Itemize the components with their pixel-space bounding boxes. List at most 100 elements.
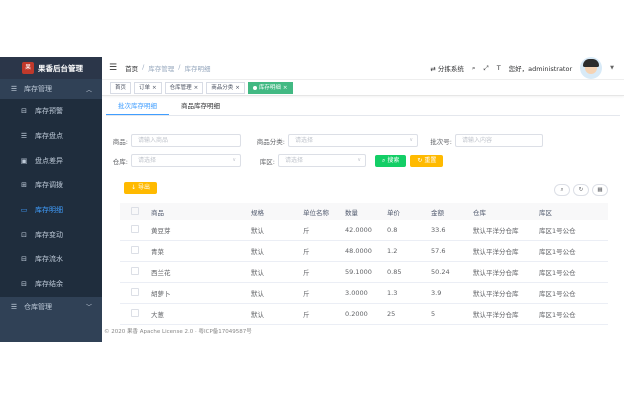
area-placeholder: 请选择 bbox=[285, 157, 304, 164]
table-row[interactable]: 大葱 默认斤 0.2000 25 5 默认平洋分仓库 库区1号公仓 bbox=[120, 303, 608, 325]
cell-area: 库区1号公仓 bbox=[538, 303, 608, 325]
warning-icon: ⊟ bbox=[21, 107, 27, 116]
hamburger-icon[interactable]: ☰ bbox=[109, 63, 117, 73]
close-icon[interactable]: × bbox=[235, 83, 240, 93]
sidebar-item-change[interactable]: ⊡ 库存变动 bbox=[0, 222, 102, 247]
close-icon[interactable]: × bbox=[194, 83, 199, 93]
export-button[interactable]: ↓ 导出 bbox=[124, 182, 158, 194]
balance-icon: ⊟ bbox=[21, 280, 27, 289]
menu-icon: ☰ bbox=[10, 85, 18, 93]
sidebar-item-diff[interactable]: ▣ 盘点差异 bbox=[0, 148, 102, 173]
breadcrumb-inventory[interactable]: 库存管理 bbox=[148, 63, 174, 73]
sidebar-item-label: 库存调拨 bbox=[35, 181, 63, 190]
breadcrumb-home[interactable]: 首页 bbox=[125, 63, 138, 73]
app-root: 果 果香后台管理 ☰ 库存管理 ︿ ⊟ 库存预警 ☰ 库存盘点 ▣ 盘点差异 ⊞ 库存调… bbox=[0, 57, 624, 342]
footer: © 2020 果香 Apache License 2.0 · 粤ICP备1704… bbox=[104, 329, 252, 335]
sidebar-item-warning[interactable]: ⊟ 库存预警 bbox=[0, 99, 102, 124]
cell-unit: 斤 bbox=[302, 282, 344, 304]
cell-goods: 西兰花 bbox=[150, 261, 250, 283]
refresh-icon: ↻ bbox=[417, 156, 423, 164]
chevron-down-icon: ﹀ bbox=[85, 304, 92, 311]
cell-spec: 默认 bbox=[250, 261, 302, 283]
sidebar-item-flow[interactable]: ⊟ 库存流水 bbox=[0, 247, 102, 272]
caret-down-icon[interactable]: ▼ bbox=[610, 65, 614, 71]
tab-goods-detail[interactable]: 商品库存明细 bbox=[169, 97, 232, 115]
submenu-inventory: ⊟ 库存预警 ☰ 库存盘点 ▣ 盘点差异 ⊞ 库存调拨 ▭ 库存明细 ⊡ 库存变动 ⊟ 库存流… bbox=[0, 99, 102, 297]
menu-group-warehouse[interactable]: ☰ 仓库管理 ﹀ bbox=[0, 297, 102, 317]
row-checkbox[interactable] bbox=[120, 303, 150, 325]
reset-button[interactable]: ↻ 重置 bbox=[410, 154, 444, 167]
table-row[interactable]: 黄豆芽 默认斤 42.0000 0.8 33.6 默认平洋分仓库 库区1号公仓 bbox=[120, 220, 608, 241]
tag-category[interactable]: 商品分类 × bbox=[206, 81, 245, 94]
fullscreen-icon[interactable]: ⤢ bbox=[483, 64, 488, 73]
navbar: ☰ 首页 / 库存管理 / 库存明细 ⇄ 分拣系统 ⌕ ⤢ T 您好，admin… bbox=[102, 57, 624, 80]
breadcrumb: 首页 / 库存管理 / 库存明细 bbox=[125, 63, 210, 73]
menu-group-label: 仓库管理 bbox=[24, 302, 52, 311]
menu-group-inventory[interactable]: ☰ 库存管理 ︿ bbox=[0, 79, 102, 99]
stock-table: 商品 规格 单位名称 数量 单价 金额 仓库 库区 黄豆芽 默认斤 42.0000 0… bbox=[120, 203, 608, 325]
cell-area: 库区1号公仓 bbox=[538, 261, 608, 283]
tag-order[interactable]: 订单 × bbox=[134, 81, 162, 94]
warehouse-select[interactable]: 请选择 ∨ bbox=[131, 154, 241, 167]
sidebar-item-balance[interactable]: ⊟ 库存结余 bbox=[0, 272, 102, 297]
chevron-up-icon: ︿ bbox=[85, 86, 92, 94]
search-icon[interactable]: ⌕ bbox=[472, 64, 476, 73]
refresh-icon[interactable]: ↻ bbox=[573, 184, 589, 196]
search-button[interactable]: ⌕ 搜索 bbox=[375, 154, 407, 167]
avatar[interactable] bbox=[580, 57, 603, 79]
select-all-checkbox[interactable] bbox=[120, 203, 150, 220]
row-checkbox[interactable] bbox=[120, 220, 150, 241]
switch-system-label: 分拣系统 bbox=[437, 65, 464, 73]
tags-view: 首页 订单 × 仓库管理 × 商品分类 × 库存明细 × bbox=[102, 80, 624, 96]
table-row[interactable]: 青菜 默认斤 48.0000 1.2 57.6 默认平洋分仓库 库区1号公仓 bbox=[120, 240, 608, 262]
cell-unit: 斤 bbox=[302, 240, 344, 262]
checkbox-icon bbox=[131, 225, 139, 233]
table-row[interactable]: 胡萝卜 默认斤 3.0000 1.3 3.9 默认平洋分仓库 库区1号公仓 bbox=[120, 282, 608, 304]
cell-price: 1.3 bbox=[386, 282, 430, 304]
export-button-label: 导出 bbox=[138, 184, 151, 191]
goods-input[interactable]: 请输入商品 bbox=[131, 134, 241, 147]
sidebar-item-label: 库存流水 bbox=[35, 255, 63, 264]
category-label: 商品分类: bbox=[256, 137, 285, 146]
row-checkbox[interactable] bbox=[120, 282, 150, 304]
tag-warehouse[interactable]: 仓库管理 × bbox=[164, 81, 204, 94]
cell-spec: 默认 bbox=[250, 240, 302, 262]
breadcrumb-separator: / bbox=[178, 63, 181, 71]
table-header-row: 商品 规格 单位名称 数量 单价 金额 仓库 库区 bbox=[120, 203, 608, 220]
tab-batch-detail[interactable]: 批次库存明细 bbox=[106, 97, 169, 115]
cell-qty: 3.0000 bbox=[344, 282, 386, 304]
batch-input[interactable]: 请输入内容 bbox=[455, 134, 543, 147]
table-row[interactable]: 西兰花 默认斤 59.1000 0.85 50.24 默认平洋分仓库 库区1号公仓 bbox=[120, 261, 608, 283]
download-icon: ↓ bbox=[131, 184, 137, 191]
sidebar-item-transfer[interactable]: ⊞ 库存调拨 bbox=[0, 173, 102, 198]
area-select[interactable]: 请选择 ∨ bbox=[278, 154, 366, 167]
logo[interactable]: 果 果香后台管理 bbox=[0, 57, 102, 79]
cell-amount: 57.6 bbox=[430, 240, 472, 262]
tag-detail[interactable]: 库存明细 × bbox=[247, 81, 293, 94]
checkbox-icon bbox=[131, 309, 139, 317]
cell-goods: 胡萝卜 bbox=[150, 282, 250, 304]
batch-label: 批次号: bbox=[430, 137, 452, 146]
sidebar-item-detail[interactable]: ▭ 库存明细 bbox=[0, 198, 102, 223]
sidebar-item-stocktake[interactable]: ☰ 库存盘点 bbox=[0, 124, 102, 149]
row-checkbox[interactable] bbox=[120, 240, 150, 262]
col-qty: 数量 bbox=[344, 203, 386, 220]
cell-warehouse: 默认平洋分仓库 bbox=[472, 282, 538, 304]
sidebar-item-label: 盘点差异 bbox=[35, 156, 63, 165]
close-icon[interactable]: × bbox=[283, 83, 288, 93]
category-select[interactable]: 请选择 ∨ bbox=[288, 134, 418, 147]
cell-qty: 0.2000 bbox=[344, 303, 386, 325]
search-toggle-icon[interactable]: ⌕ bbox=[554, 184, 570, 196]
columns-icon[interactable]: ▦ bbox=[592, 184, 608, 196]
close-icon[interactable]: × bbox=[152, 83, 157, 93]
font-size-icon[interactable]: T bbox=[497, 64, 501, 72]
tag-home[interactable]: 首页 bbox=[110, 81, 132, 94]
tabs: 批次库存明细 商品库存明细 bbox=[106, 97, 620, 116]
switch-system-link[interactable]: ⇄ 分拣系统 bbox=[430, 63, 464, 73]
cell-warehouse: 默认平洋分仓库 bbox=[472, 303, 538, 325]
row-checkbox[interactable] bbox=[120, 261, 150, 283]
avatar-hair bbox=[583, 59, 600, 67]
cell-warehouse: 默认平洋分仓库 bbox=[472, 240, 538, 262]
cell-goods: 青菜 bbox=[150, 240, 250, 262]
category-placeholder: 请选择 bbox=[295, 137, 314, 144]
